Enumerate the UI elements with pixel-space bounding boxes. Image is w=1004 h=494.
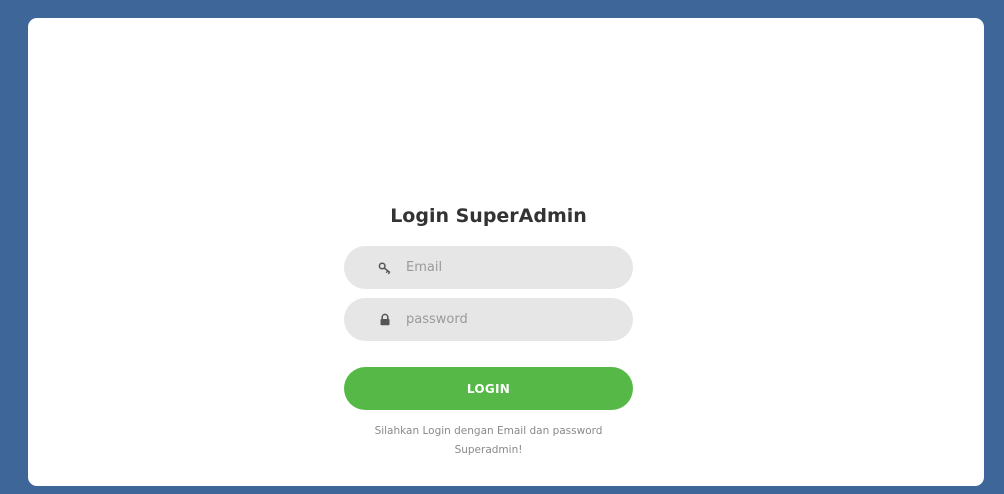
email-field[interactable] xyxy=(406,252,606,283)
key-icon xyxy=(378,261,392,275)
login-form: Login SuperAdmin LOGIN xyxy=(344,204,633,460)
hint-line-1: Silahkan Login dengan Email dan password xyxy=(374,425,603,437)
lock-icon xyxy=(378,313,392,327)
login-button[interactable]: LOGIN xyxy=(344,367,633,410)
email-field-wrapper[interactable] xyxy=(344,246,633,289)
password-field[interactable] xyxy=(406,304,606,335)
login-card: Login SuperAdmin LOGIN xyxy=(28,18,984,486)
login-hint: Silahkan Login dengan Email dan password… xyxy=(334,422,643,460)
password-field-wrapper[interactable] xyxy=(344,298,633,341)
page-title: Login SuperAdmin xyxy=(390,205,587,227)
hint-line-2: Superadmin! xyxy=(454,444,523,456)
